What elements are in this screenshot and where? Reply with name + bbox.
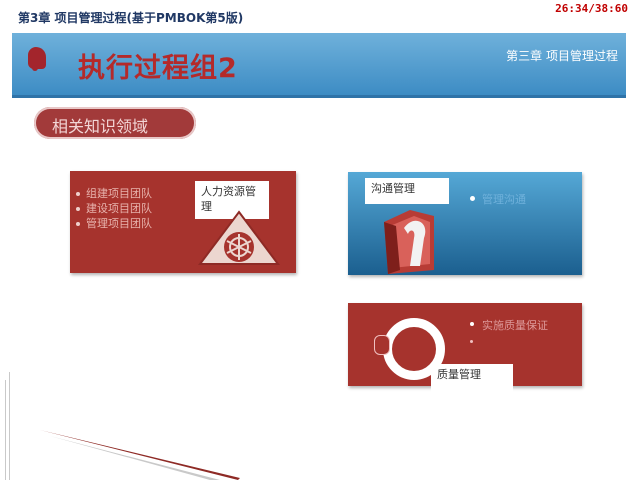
list-item: 组建项目团队	[76, 186, 152, 201]
section-pill-label: 相关知识领域	[52, 117, 149, 136]
chapter-label: 第三章 项目管理过程	[506, 49, 618, 63]
ring-clasp-icon	[374, 335, 390, 355]
list-item: 管理项目团队	[76, 216, 152, 231]
quality-management-label: 质量管理	[431, 364, 513, 392]
bullet-dot	[470, 196, 475, 201]
hr-process-list: 组建项目团队 建设项目团队 管理项目团队	[76, 186, 152, 231]
logo-icon	[28, 47, 46, 71]
folder-icon	[384, 210, 434, 274]
playback-timer: 26:34/38:60	[555, 2, 628, 15]
slide-title: 执行过程组2	[78, 53, 238, 84]
team-triangle-icon	[198, 210, 280, 265]
top-bar: 第3章 项目管理过程(基于PMBOK第5版) 26:34/38:60	[0, 0, 636, 30]
document-title: 第3章 项目管理过程(基于PMBOK第5版)	[18, 11, 244, 25]
decorative-line	[9, 372, 10, 480]
quality-process-item: 实施质量保证	[482, 319, 548, 332]
bullet-dot	[470, 340, 473, 343]
decorative-swoosh	[40, 430, 240, 480]
communication-management-label: 沟通管理	[365, 178, 449, 204]
decorative-line	[5, 380, 6, 480]
bullet-dot	[470, 322, 474, 326]
list-item: 建设项目团队	[76, 201, 152, 216]
communication-process-item: 管理沟通	[482, 193, 526, 206]
